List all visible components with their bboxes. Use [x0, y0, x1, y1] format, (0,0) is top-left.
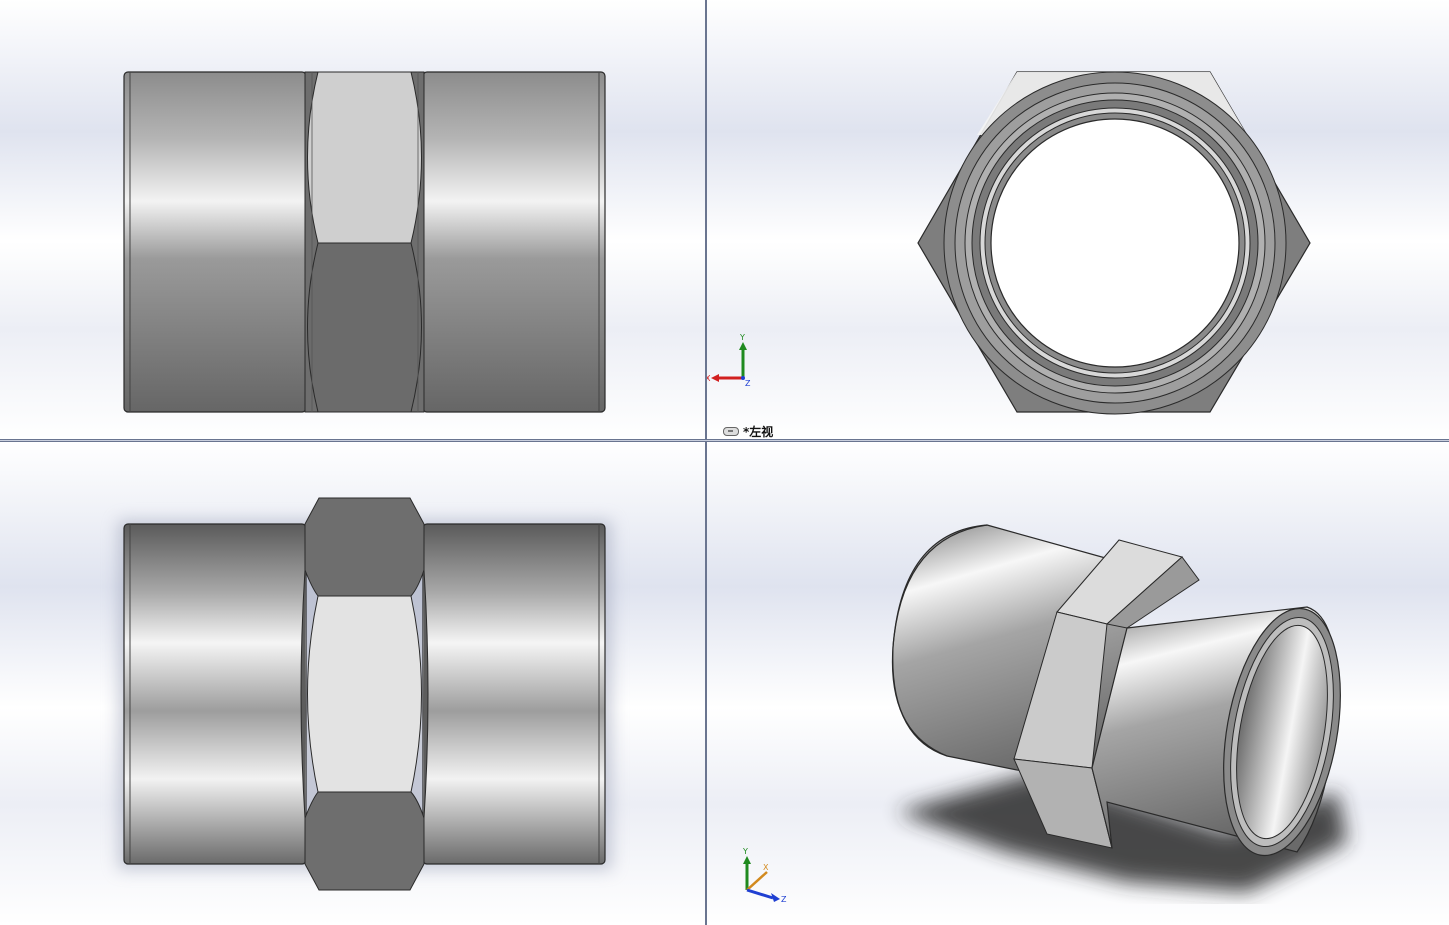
view-orientation-label[interactable]: *左视: [723, 423, 773, 439]
body-left-cylinder: [123, 71, 307, 413]
view-name: *左视: [743, 425, 774, 439]
front-viewport[interactable]: [0, 0, 705, 439]
body-right-cylinder: [422, 71, 606, 413]
triad-z-label: Z: [745, 379, 751, 388]
body-left-cylinder: [123, 523, 307, 865]
top-viewport[interactable]: [0, 442, 705, 925]
top-view-model: [118, 497, 612, 891]
axis-triad: Y X Z: [707, 333, 751, 388]
hex-upper-face: [307, 71, 422, 244]
left-view-model: Y X Z: [707, 71, 1311, 415]
axis-triad: Y X Z: [742, 847, 787, 904]
hex-bottom-face: [304, 791, 425, 891]
hex-lower-face: [307, 242, 422, 413]
link-views-icon[interactable]: [723, 427, 739, 436]
hex-middle-face: [307, 595, 422, 793]
triad-z-label: Z: [781, 895, 787, 904]
triad-y-label: Y: [739, 333, 745, 342]
body-right-cylinder: [422, 523, 606, 865]
isometric-viewport[interactable]: Y X Z: [707, 442, 1449, 925]
isometric-model: Y X Z: [742, 524, 1347, 904]
hex-top-face: [304, 497, 425, 597]
front-view-model: [123, 71, 606, 413]
triad-x-label: X: [763, 863, 769, 872]
triad-x-label: X: [707, 374, 711, 383]
left-viewport[interactable]: Y X Z *左视: [707, 0, 1449, 439]
triad-y-label: Y: [742, 847, 748, 856]
bore-opening: [990, 118, 1240, 368]
